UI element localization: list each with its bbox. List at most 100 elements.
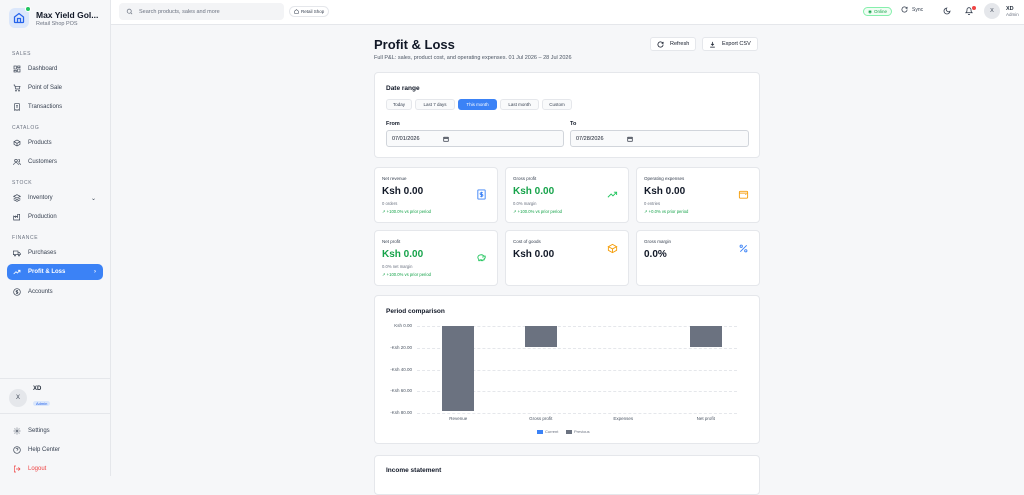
to-date-value: 07/28/2026 (576, 136, 604, 142)
user-role: Admin (1006, 12, 1019, 17)
metric-value: Ksh 0.00 (513, 249, 554, 260)
to-label: To (570, 121, 576, 127)
sidebar-item-customers[interactable]: Customers (7, 154, 103, 170)
bar-previous-revenue[interactable] (442, 326, 474, 411)
export-csv-button[interactable]: Export CSV (702, 37, 758, 51)
divider (0, 413, 111, 414)
legend-swatch (537, 430, 543, 434)
bar-previous-gross-profit[interactable] (525, 326, 557, 347)
sidebar-item-label: Products (28, 140, 52, 146)
sync-button[interactable]: Sync (901, 6, 923, 13)
users-icon (13, 158, 21, 166)
receipt-icon (13, 103, 21, 111)
y-tick-label: -Ksh 20.00 (378, 345, 412, 350)
sidebar-item-profit-loss[interactable]: Profit & Loss › (7, 264, 103, 280)
sidebar-item-help[interactable]: Help Center (7, 442, 103, 458)
sidebar-item-pos[interactable]: Point of Sale (7, 80, 103, 96)
search-icon (126, 8, 133, 15)
avatar: X (984, 3, 1000, 19)
brand[interactable]: Max Yield Gol... Retail Shop POS (9, 8, 106, 28)
sidebar-item-purchases[interactable]: Purchases (7, 245, 103, 261)
calendar-icon[interactable] (627, 136, 633, 142)
from-date-input[interactable]: 07/01/2026 (386, 130, 564, 147)
gear-icon (13, 427, 21, 435)
metric-sub: 0.0% net margin (382, 264, 413, 269)
metric-value: Ksh 0.00 (382, 186, 423, 197)
sidebar-item-transactions[interactable]: Transactions (7, 99, 103, 115)
percent-icon (738, 243, 749, 254)
metric-sub: 0.0% margin (513, 201, 537, 206)
income-statement-card: Income statement (374, 455, 760, 495)
logout-icon (13, 465, 21, 473)
sidebar-item-accounts[interactable]: Accounts (7, 284, 103, 300)
metric-label: Net revenue (382, 176, 407, 181)
bar-previous-net-profit[interactable] (690, 326, 722, 347)
income-statement-title: Income statement (386, 467, 441, 474)
y-tick-label: -Ksh 60.00 (378, 388, 412, 393)
shop-name: Retail Shop (301, 9, 324, 14)
page-subtitle: Full P&L: sales, product cost, and opera… (374, 55, 572, 61)
chevron-down-icon: ⌄ (91, 195, 96, 202)
metric-value: Ksh 0.00 (513, 186, 554, 197)
piggy-bank-icon (476, 252, 487, 263)
sidebar-item-production[interactable]: Production (7, 209, 103, 225)
legend-item[interactable]: Previous (566, 429, 590, 434)
section-stock: STOCK (12, 180, 32, 186)
wallet-icon (738, 189, 749, 200)
sidebar-item-label: Dashboard (28, 66, 57, 72)
sync-label: Sync (912, 7, 923, 13)
preset-last-month[interactable]: Last month (500, 99, 539, 110)
metric-sub: 0 entries (644, 201, 660, 206)
page-title: Profit & Loss (374, 37, 455, 52)
search-input[interactable]: Search products, sales and more (119, 3, 284, 20)
from-date-value: 07/01/2026 (392, 136, 420, 142)
sidebar: Max Yield Gol... Retail Shop POS SALES D… (0, 0, 111, 476)
user-name: XD (33, 386, 50, 392)
wifi-icon: ◉ (868, 9, 872, 15)
sidebar-item-dashboard[interactable]: Dashboard (7, 61, 103, 77)
to-date-input[interactable]: 07/28/2026 (570, 130, 749, 147)
preset-this-month[interactable]: This month (458, 99, 497, 110)
divider (0, 378, 111, 379)
section-catalog: CATALOG (12, 125, 39, 131)
calendar-icon[interactable] (443, 136, 449, 142)
truck-icon (13, 249, 21, 257)
metric-value: 0.0% (644, 249, 667, 260)
chart-title: Period comparison (386, 308, 445, 315)
refresh-button[interactable]: Refresh (650, 37, 696, 51)
sidebar-item-inventory[interactable]: Inventory ⌄ (7, 190, 103, 206)
sidebar-item-logout[interactable]: Logout (7, 461, 103, 477)
shop-selector[interactable]: Retail Shop (289, 6, 329, 17)
sidebar-item-label: Logout (28, 466, 46, 472)
theme-toggle-icon[interactable] (943, 7, 951, 15)
box-icon (13, 139, 21, 147)
metric-label: Operating expenses (644, 176, 684, 181)
preset-custom[interactable]: Custom (542, 99, 572, 110)
metric-value: Ksh 0.00 (644, 186, 685, 197)
metric-value: Ksh 0.00 (382, 249, 423, 260)
sidebar-item-label: Customers (28, 159, 57, 165)
cart-icon (13, 84, 21, 92)
metric-trend: ↗ +0.0% vs prior period (644, 209, 688, 214)
refresh-icon (657, 41, 664, 48)
package-icon (607, 243, 618, 254)
sidebar-user[interactable]: X XD Admin (9, 386, 50, 410)
sidebar-item-label: Profit & Loss (28, 269, 65, 275)
legend-item[interactable]: Current (537, 429, 558, 434)
user-menu[interactable]: X XD Admin (984, 3, 1019, 19)
x-tick-label: Gross profit (511, 416, 571, 421)
avatar: X (9, 389, 27, 407)
legend-label: Current (545, 429, 558, 434)
date-range-title: Date range (386, 85, 420, 92)
sidebar-item-label: Transactions (28, 104, 62, 110)
download-icon (709, 41, 716, 48)
sidebar-item-settings[interactable]: Settings (7, 423, 103, 439)
preset-last-7-days[interactable]: Last 7 days (415, 99, 455, 110)
metric-trend: ↗ +100.0% vs prior period (382, 209, 431, 214)
trending-up-icon (607, 189, 618, 200)
topbar: Search products, sales and more Retail S… (111, 0, 1024, 25)
metric-gross-margin: Gross margin 0.0% (636, 230, 760, 286)
sidebar-item-products[interactable]: Products (7, 135, 103, 151)
preset-today[interactable]: Today (386, 99, 412, 110)
x-tick-label: Expenses (593, 416, 653, 421)
